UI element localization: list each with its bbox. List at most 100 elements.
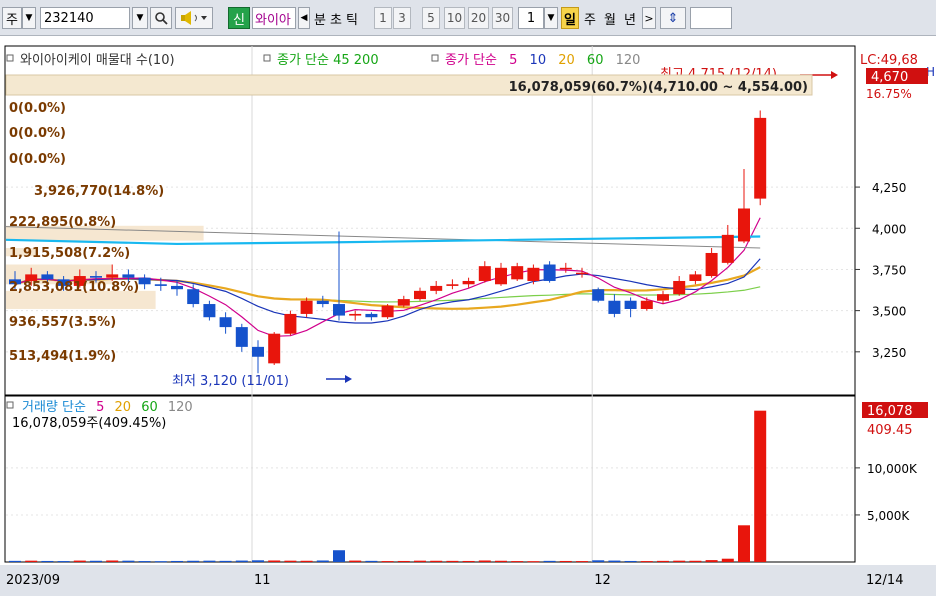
chevron-left-icon[interactable]: ◀ [298, 7, 310, 29]
period-second[interactable]: 초 [328, 7, 344, 29]
candle-body-42 [689, 274, 702, 281]
candle-body-38 [624, 300, 637, 309]
market-select[interactable]: 주 [2, 7, 22, 29]
speaker-icon[interactable] [175, 7, 213, 29]
volume-bar-8 [138, 561, 151, 563]
legend-profile[interactable]: 와이아이케이 매물대 수(10) [20, 53, 175, 68]
chevron-right-icon[interactable]: > [642, 7, 656, 29]
volume-bar-30 [495, 560, 507, 562]
candle-body-24 [397, 299, 410, 306]
profile-label-2: 0(0.0%) [9, 152, 66, 167]
period-minute[interactable]: 분 [312, 7, 328, 29]
chevron-down-icon[interactable]: ▼ [22, 7, 36, 29]
volume-bar-15 [252, 560, 264, 562]
period-20[interactable]: 20 [468, 7, 489, 29]
profile-label-3: 3,926,770(14.8%) [34, 184, 164, 199]
vol-ma-5: 5 [96, 400, 104, 415]
x-axis-label-1: 11 [254, 573, 271, 588]
profile-label-5: 1,915,508(7.2%) [9, 246, 130, 261]
profile-label-4: 222,895(0.8%) [9, 215, 116, 230]
x-axis-label-0: 2023/09 [6, 573, 60, 588]
volume-bar-21 [349, 560, 362, 562]
volume-bar-22 [365, 560, 378, 562]
candle-body-5 [90, 276, 102, 278]
volume-bar-16 [268, 560, 281, 562]
range-day[interactable]: 일 [561, 7, 579, 29]
profile-label-1: 0(0.0%) [9, 126, 66, 141]
x-axis-label-2: 12 [594, 573, 611, 588]
price-tick-label-1: 4,000 [872, 222, 906, 236]
volume-bar-10 [171, 560, 183, 562]
profile-label-6: 2,853,081(10.8%) [9, 280, 139, 295]
vol-ma-120: 120 [168, 400, 193, 415]
updown-arrow-icon[interactable]: ⇕ [660, 7, 686, 29]
volume-bar-38 [624, 560, 637, 562]
volume-bar-17 [284, 560, 297, 562]
vol-ma-20: 20 [115, 400, 132, 415]
profile-label-7: 936,557(3.5%) [9, 315, 116, 330]
candle-body-43 [705, 252, 718, 277]
volume-bar-31 [511, 561, 524, 563]
candle-body-30 [495, 267, 507, 285]
candle-body-45 [738, 208, 750, 242]
price-tick-label-3: 3,500 [872, 305, 906, 319]
profile-label-8: 513,494(1.9%) [9, 349, 116, 364]
candle-body-18 [300, 300, 313, 314]
period-1[interactable]: 1 [374, 7, 392, 29]
candle-body-36 [592, 289, 605, 301]
period-tick[interactable]: 틱 [344, 7, 360, 29]
candle-body-41 [673, 280, 686, 295]
chevron-down-icon[interactable]: ▼ [132, 7, 148, 29]
volume-bar-25 [414, 560, 426, 562]
volume-bar-18 [300, 560, 313, 562]
candle-body-15 [252, 346, 264, 357]
period-5[interactable]: 5 [422, 7, 440, 29]
period-30[interactable]: 30 [492, 7, 513, 29]
volume-bar-5 [90, 560, 102, 562]
range-year[interactable]: 년 [621, 7, 639, 29]
volume-bar-6 [106, 560, 119, 562]
extra-input[interactable] [690, 7, 732, 29]
candle-body-16 [268, 333, 281, 364]
volume-bar-35 [576, 561, 588, 563]
candle-body-12 [203, 304, 216, 318]
range-week[interactable]: 주 [581, 7, 599, 29]
candle-body-14 [235, 327, 248, 347]
new-badge[interactable]: 신 [228, 7, 250, 29]
price-tick-label-0: 4,250 [872, 181, 906, 195]
volume-bar-36 [592, 560, 605, 562]
svg-text:종가 단순 45 200[interactable]: 종가 단순 45 200 [277, 53, 379, 68]
candle-body-10 [171, 285, 183, 290]
period-3[interactable]: 3 [393, 7, 411, 29]
volume-bar-37 [608, 560, 621, 562]
legend-ma-long: 종가 단순 45 200 [277, 53, 379, 68]
volume-bar-29 [478, 560, 491, 562]
candle-body-46 [754, 117, 767, 199]
price-tick-label-4: 3,250 [872, 346, 906, 360]
volume-bar-12 [203, 560, 216, 562]
candle-body-9 [154, 284, 167, 286]
search-icon[interactable] [150, 7, 172, 29]
interval-input[interactable]: 1 [518, 7, 544, 29]
range-month[interactable]: 월 [601, 7, 619, 29]
lc-label: LC:49,68 [860, 53, 918, 68]
stock-name-field[interactable]: 와이아 [252, 7, 296, 29]
candle-body-34 [559, 267, 572, 270]
volume-bar-43 [705, 560, 718, 562]
candle-body-22 [365, 313, 378, 318]
volume-bar-45 [738, 525, 750, 562]
low-annotation: 최저 3,120 (11/01) [172, 374, 289, 389]
period-10[interactable]: 10 [444, 7, 465, 29]
price-tick-label-2: 3,750 [872, 263, 906, 277]
legend-ma-5: 5 [509, 53, 517, 68]
candle-body-2 [41, 274, 54, 280]
volume-tick-label-1: 5,000K [867, 509, 910, 523]
svg-text:거래량 단순 5 20[interactable]: 거래량 단순 5 20 60 120 [22, 400, 193, 415]
volume-bar-23 [381, 561, 394, 563]
price-info-text: 16,078,059(60.7%)(4,710.00 ~ 4,554.00) [509, 80, 808, 95]
chevron-down-icon[interactable]: ▼ [544, 7, 558, 29]
candle-body-19 [316, 300, 329, 305]
code-input[interactable]: 232140 [40, 7, 130, 29]
price-chart[interactable]: 최고 4,715 (12/14) 최저 3,120 (11/01) 16,078… [0, 36, 936, 596]
volume-bar-32 [527, 561, 540, 563]
